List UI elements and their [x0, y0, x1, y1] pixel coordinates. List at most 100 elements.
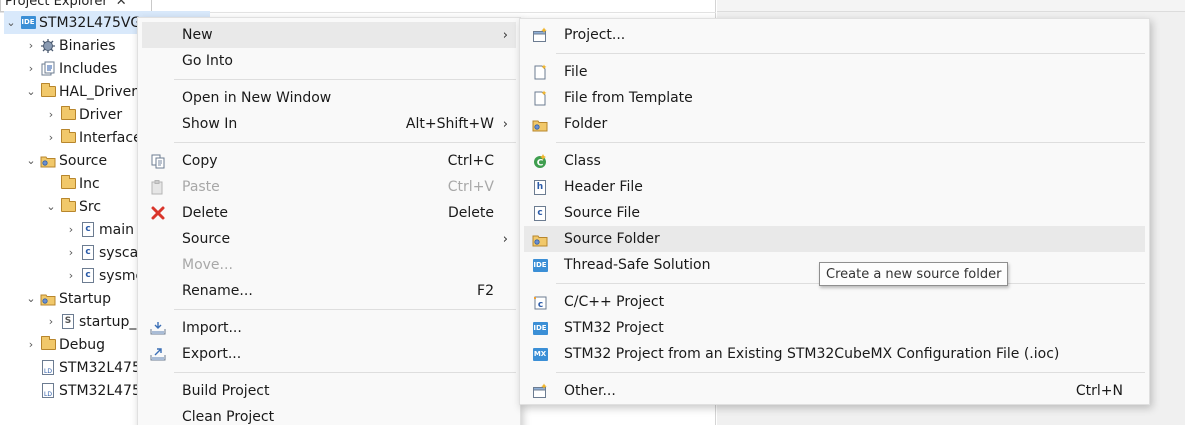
tree-item-label: STM32L475VG — [39, 14, 142, 31]
tree-item[interactable]: › c main — [64, 218, 134, 241]
expand-arrow-closed-icon[interactable]: › — [24, 62, 38, 75]
tree-item[interactable]: › Driver — [44, 103, 122, 126]
tree-item-label: Driver — [79, 106, 123, 123]
expand-arrow-closed-icon[interactable]: › — [64, 246, 78, 259]
expand-arrow-open-icon[interactable]: ⌄ — [4, 16, 18, 29]
tree-item[interactable]: LD STM32L475 — [24, 379, 141, 402]
menu-item-move[interactable]: Move... — [142, 252, 516, 278]
menu-item-label: Folder — [564, 116, 608, 132]
delete-icon — [150, 205, 166, 221]
menu-item-shortcut: Ctrl+N — [1075, 383, 1123, 399]
menu-item-build-project[interactable]: Build Project — [142, 378, 516, 404]
menu-item-label: Import... — [182, 320, 242, 336]
menu-item-label: Delete — [182, 205, 228, 221]
folder-icon — [60, 106, 76, 123]
folder-icon — [60, 198, 76, 215]
tree-item[interactable]: LD STM32L475 — [24, 356, 141, 379]
expand-arrow-open-icon[interactable]: ⌄ — [24, 292, 38, 305]
expand-arrow-closed-icon[interactable]: › — [64, 269, 78, 282]
menu-item-show-in[interactable]: Show In Alt+Shift+W › — [142, 111, 516, 137]
menu-item-source-folder[interactable]: Source Folder — [524, 226, 1145, 252]
menu-item-rename[interactable]: Rename... F2 — [142, 278, 516, 304]
menu-item-label: Go Into — [182, 53, 233, 69]
new-submenu: Project... File File from Template Folder C C… — [519, 18, 1150, 405]
menu-item-project[interactable]: Project... — [524, 22, 1145, 48]
menu-item-copy[interactable]: Copy Ctrl+C — [142, 148, 516, 174]
tree-item[interactable]: › Debug — [24, 333, 105, 356]
tree-item[interactable]: ⌄ Src — [44, 195, 101, 218]
menu-item-clean-project[interactable]: Clean Project — [142, 404, 516, 425]
menu-item-label: Open in New Window — [182, 90, 332, 106]
tree-item[interactable]: ⌄ Startup — [24, 287, 111, 310]
expand-arrow-open-icon[interactable]: ⌄ — [24, 85, 38, 98]
menu-item-other[interactable]: Other... Ctrl+N — [524, 378, 1145, 404]
close-icon[interactable]: ✕ — [116, 0, 127, 9]
menu-item-file-from-template[interactable]: File from Template — [524, 85, 1145, 111]
expand-arrow-closed-icon[interactable]: › — [24, 338, 38, 351]
expand-arrow-closed-icon[interactable]: › — [24, 39, 38, 52]
menu-item-cpp-project[interactable]: c C/C++ Project — [524, 289, 1145, 315]
expand-arrow-closed-icon[interactable]: › — [44, 131, 58, 144]
expand-arrow-closed-icon[interactable]: › — [64, 223, 78, 236]
s-file-icon: S — [60, 314, 76, 330]
menu-item-label: Paste — [182, 179, 220, 195]
menu-item-shortcut: Ctrl+C — [447, 153, 494, 169]
paste-icon — [150, 179, 166, 195]
menu-separator — [174, 142, 516, 143]
menu-item-label: File from Template — [564, 90, 693, 106]
expand-arrow-open-icon[interactable]: ⌄ — [24, 154, 38, 167]
menu-item-file[interactable]: File — [524, 59, 1145, 85]
menu-item-go-into[interactable]: Go Into — [142, 48, 516, 74]
menu-item-label: Rename... — [182, 283, 253, 299]
editor-tab-strip — [717, 0, 1185, 12]
menu-item-label: Clean Project — [182, 409, 275, 425]
folder-icon — [40, 83, 56, 100]
tree-item[interactable]: › Interface — [44, 126, 142, 149]
submenu-arrow-icon: › — [502, 231, 508, 247]
menu-item-folder[interactable]: Folder — [524, 111, 1145, 137]
menu-item-shortcut: Delete — [448, 205, 494, 221]
menu-item-label: Other... — [564, 383, 616, 399]
includes-icon — [40, 61, 56, 77]
submenu-arrow-icon: › — [502, 27, 508, 43]
menu-item-header-file[interactable]: h Header File — [524, 174, 1145, 200]
menu-item-label: STM32 Project — [564, 320, 664, 336]
folder-icon — [60, 129, 76, 146]
tree-item-label: Interface — [79, 129, 142, 146]
view-toolbar — [590, 0, 700, 5]
new-file-icon — [532, 64, 548, 80]
menu-item-stm32-project[interactable]: IDE STM32 Project — [524, 315, 1145, 341]
tree-item[interactable]: Inc — [44, 172, 100, 195]
project-explorer-tab-title: Project Explorer — [5, 0, 108, 9]
menu-item-import[interactable]: Import... — [142, 315, 516, 341]
menu-item-label: Build Project — [182, 383, 270, 399]
menu-separator — [556, 372, 1145, 373]
c-file-icon: c — [80, 222, 96, 238]
menu-item-class[interactable]: C Class — [524, 148, 1145, 174]
tree-item[interactable]: ⌄ Source — [24, 149, 107, 172]
expand-arrow-closed-icon[interactable]: › — [44, 108, 58, 121]
tree-item-label: STM32L475 — [59, 359, 141, 376]
c-file-icon: c — [80, 245, 96, 261]
menu-item-source[interactable]: Source › — [142, 226, 516, 252]
menu-item-new[interactable]: New › — [142, 22, 516, 48]
tree-item[interactable]: › Binaries — [24, 34, 116, 57]
expand-arrow-open-icon[interactable]: ⌄ — [44, 200, 58, 213]
menu-item-stm32-project-from-ioc[interactable]: MX STM32 Project from an Existing STM32Cu… — [524, 341, 1145, 367]
tree-item[interactable]: ⌄ HAL_Driver — [24, 80, 137, 103]
ld-file-icon: LD — [40, 360, 56, 376]
expand-arrow-closed-icon[interactable]: › — [44, 315, 58, 328]
menu-separator — [174, 372, 516, 373]
menu-item-source-file[interactable]: c Source File — [524, 200, 1145, 226]
svg-text:c: c — [538, 300, 543, 310]
menu-item-label: STM32 Project from an Existing STM32Cube… — [564, 346, 1060, 362]
menu-item-delete[interactable]: Delete Delete — [142, 200, 516, 226]
menu-item-paste[interactable]: Paste Ctrl+V — [142, 174, 516, 200]
tree-item[interactable]: › Includes — [24, 57, 117, 80]
menu-item-export[interactable]: Export... — [142, 341, 516, 367]
header-file-icon: h — [532, 179, 548, 195]
menu-item-open-in-new-window[interactable]: Open in New Window — [142, 85, 516, 111]
tree-item[interactable]: › Sstartup_ — [44, 310, 137, 333]
binaries-icon — [40, 38, 56, 54]
other-wizard-icon — [532, 383, 548, 399]
